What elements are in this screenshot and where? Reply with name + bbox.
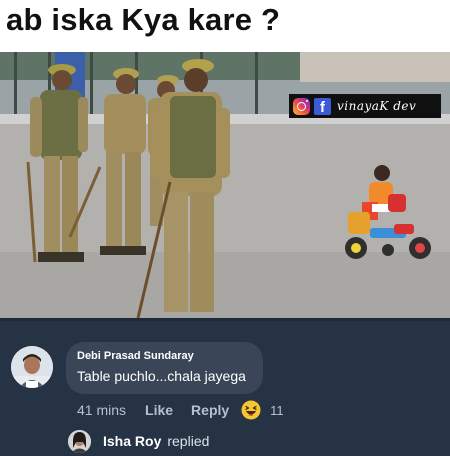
view-replies-link[interactable]: Isha Roy replied xyxy=(68,429,328,453)
avatar-image xyxy=(11,346,53,388)
like-button[interactable]: Like xyxy=(145,402,173,418)
meme-caption: ab iska Kya kare ? xyxy=(6,2,281,37)
haha-emoji-icon[interactable] xyxy=(241,400,261,420)
divider xyxy=(0,318,450,321)
reply-avatar xyxy=(68,429,91,453)
facebook-icon: f xyxy=(314,97,331,116)
instagram-icon xyxy=(293,97,310,115)
comment-bubble: Debi Prasad Sundaray Table puchlo...chal… xyxy=(66,342,263,394)
comment-time[interactable]: 41 mins xyxy=(77,402,126,418)
reaction-count[interactable]: 11 xyxy=(270,403,284,418)
meme-photo: f vinayaK dev xyxy=(0,52,450,318)
avatar[interactable] xyxy=(11,346,53,388)
reply-verb: replied xyxy=(167,433,210,449)
comment-actions: 41 mins Like Reply 11 xyxy=(77,398,357,422)
reply-author[interactable]: Isha Roy xyxy=(103,433,161,449)
watermark-handle: vinayaK dev xyxy=(337,99,417,113)
comment-text: Table puchlo...chala jayega xyxy=(77,368,246,384)
police-and-child-scene xyxy=(0,52,450,318)
reply-avatar-image xyxy=(68,429,91,453)
comment-section: Debi Prasad Sundaray Table puchlo...chal… xyxy=(0,318,450,456)
reply-button[interactable]: Reply xyxy=(191,402,229,418)
watermark: f vinayaK dev xyxy=(289,94,441,118)
comment-author[interactable]: Debi Prasad Sundaray xyxy=(77,350,194,362)
